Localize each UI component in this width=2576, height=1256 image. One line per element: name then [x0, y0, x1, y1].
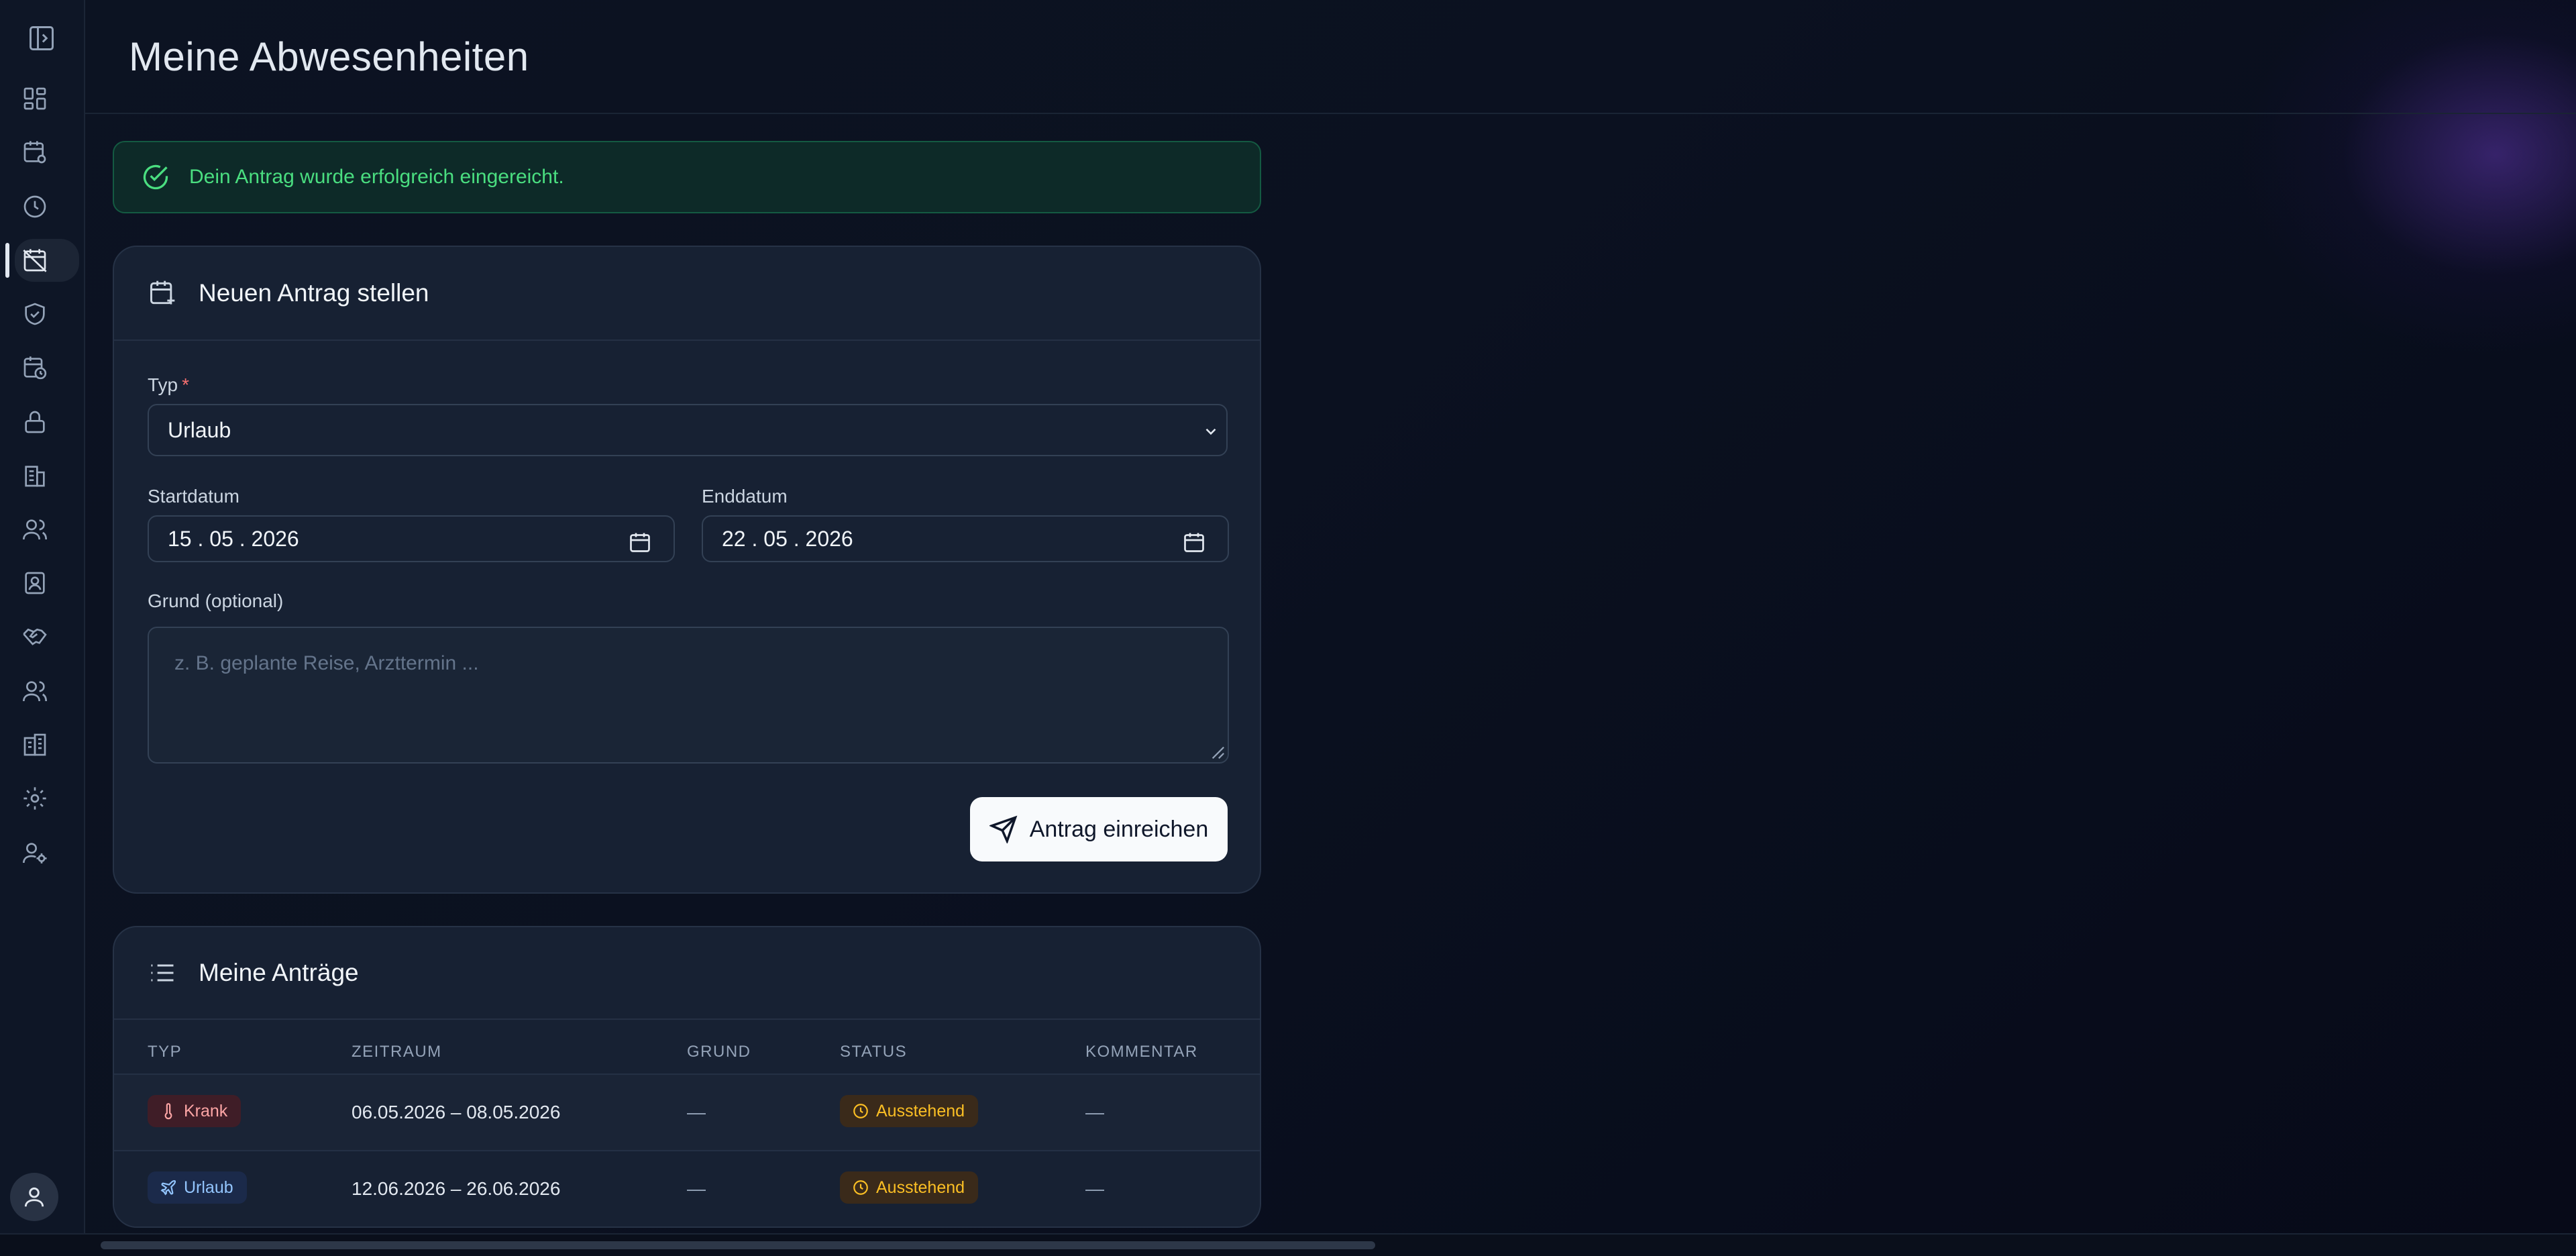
table-row[interactable]: Krank 06.05.2026 – 08.05.2026 — Ausstehe…: [114, 1074, 1260, 1150]
sidebar-item-employees[interactable]: [15, 508, 68, 551]
chevron-down-icon: [1205, 428, 1216, 435]
new-request-card: Neuen Antrag stellen Typ * Urlaub Startda…: [113, 246, 1261, 894]
reason-cell: —: [687, 1102, 706, 1122]
clock-icon: [853, 1180, 868, 1195]
period-cell: 06.05.2026 – 08.05.2026: [352, 1102, 561, 1122]
column-header-period[interactable]: ZEITRAUM: [352, 1043, 442, 1061]
page-title: Meine Abwesenheiten: [129, 34, 529, 79]
column-header-status[interactable]: STATUS: [840, 1043, 907, 1061]
scrollbar-thumb[interactable]: [101, 1241, 1375, 1249]
status-badge: Ausstehend: [840, 1095, 979, 1127]
reason-cell: —: [687, 1178, 706, 1199]
type-select-value: Urlaub: [168, 417, 231, 442]
card-header: Meine Anträge: [114, 927, 1260, 1020]
status-label: Ausstehend: [876, 1178, 965, 1197]
sidebar: [0, 0, 85, 1235]
shield-check-icon: [25, 303, 45, 325]
end-date-value: 22 . 05 . 2026: [722, 526, 853, 551]
gear-icon: [23, 787, 46, 810]
user-icon: [24, 1187, 44, 1207]
calendar-clock-icon: [23, 356, 47, 380]
sidebar-item-absences[interactable]: [5, 239, 79, 282]
sidebar-item-partners[interactable]: [15, 616, 68, 659]
sidebar-item-contacts[interactable]: [15, 562, 68, 605]
sidebar-item-calendar-settings[interactable]: [15, 131, 68, 174]
sidebar-toggle-icon[interactable]: [27, 23, 56, 53]
start-date-label: Startdatum: [148, 486, 239, 507]
my-requests-card: Meine Anträge TYP ZEITRAUM GRUND STATUS …: [113, 926, 1261, 1228]
user-avatar[interactable]: [10, 1173, 58, 1221]
dashboard-icon: [23, 87, 46, 110]
handshake-icon: [23, 628, 47, 645]
page-header: Meine Abwesenheiten: [85, 0, 2576, 114]
contact-card-icon: [25, 572, 45, 594]
resize-handle-icon[interactable]: [1210, 745, 1225, 760]
start-date-input[interactable]: 15 . 05 . 2026: [148, 515, 675, 562]
users-icon: [23, 519, 47, 540]
status-label: Ausstehend: [876, 1101, 965, 1120]
status-badge: Ausstehend: [840, 1171, 979, 1204]
type-badge-label: Urlaub: [184, 1178, 233, 1197]
sidebar-item-settings[interactable]: [15, 777, 68, 820]
required-mark: *: [182, 374, 190, 395]
reason-placeholder: z. B. geplante Reise, Arzttermin ...: [174, 652, 479, 674]
user-cog-icon: [23, 843, 47, 863]
type-label-text: Typ: [148, 374, 178, 395]
list-icon: [151, 964, 174, 982]
sidebar-item-time[interactable]: [15, 185, 68, 228]
end-date-input[interactable]: 22 . 05 . 2026: [702, 515, 1229, 562]
building-icon: [25, 466, 45, 487]
start-date-value: 15 . 05 . 2026: [168, 526, 299, 551]
thermometer-icon: [164, 1103, 172, 1120]
calendar-icon[interactable]: [628, 530, 652, 554]
submit-request-button[interactable]: Antrag einreichen: [970, 797, 1228, 861]
type-badge-label: Krank: [184, 1101, 228, 1120]
sidebar-item-dashboard[interactable]: [15, 77, 68, 120]
sidebar-item-locations[interactable]: [15, 723, 68, 766]
lock-icon: [25, 411, 45, 433]
comment-cell: —: [1085, 1178, 1104, 1199]
column-header-reason[interactable]: GRUND: [687, 1043, 751, 1061]
column-header-type[interactable]: TYP: [148, 1043, 182, 1061]
calendar-plus-icon: [150, 280, 175, 305]
sidebar-item-user-admin[interactable]: [15, 831, 68, 874]
period-cell: 12.06.2026 – 26.06.2026: [352, 1178, 561, 1199]
type-badge-vacation: Urlaub: [148, 1171, 247, 1204]
calendar-settings-icon: [23, 141, 46, 164]
end-date-label: Enddatum: [702, 486, 788, 507]
submit-request-label: Antrag einreichen: [1029, 816, 1209, 842]
card-header: Neuen Antrag stellen: [114, 247, 1260, 341]
send-icon: [989, 815, 1018, 843]
table-row[interactable]: Urlaub 12.06.2026 – 26.06.2026 — Aussteh…: [114, 1150, 1260, 1226]
reason-label: Grund (optional): [148, 590, 284, 611]
comment-cell: —: [1085, 1102, 1104, 1122]
check-circle-icon: [143, 164, 168, 190]
card-title: Meine Anträge: [199, 959, 359, 986]
alert-message: Dein Antrag wurde erfolgreich eingereich…: [189, 166, 564, 188]
calendar-off-icon: [23, 249, 47, 272]
type-select[interactable]: Urlaub: [148, 404, 1228, 456]
sidebar-item-company[interactable]: [15, 454, 68, 497]
card-title: Neuen Antrag stellen: [199, 279, 429, 307]
calendar-icon[interactable]: [1182, 530, 1206, 554]
plane-icon: [160, 1180, 176, 1196]
type-label: Typ *: [148, 374, 189, 396]
column-header-comment[interactable]: KOMMENTAR: [1085, 1043, 1198, 1061]
reason-textarea[interactable]: z. B. geplante Reise, Arzttermin ...: [148, 627, 1229, 764]
clock-icon: [23, 195, 46, 218]
sidebar-item-schedule[interactable]: [15, 346, 68, 389]
sidebar-item-lock[interactable]: [15, 401, 68, 443]
sidebar-item-security[interactable]: [15, 293, 68, 335]
sidebar-item-teams[interactable]: [15, 670, 68, 713]
clock-icon: [853, 1104, 868, 1118]
type-badge-sick: Krank: [148, 1095, 241, 1127]
success-alert: Dein Antrag wurde erfolgreich eingereich…: [113, 141, 1261, 213]
buildings-icon: [23, 733, 46, 756]
horizontal-scrollbar[interactable]: [0, 1233, 2576, 1256]
users-group-icon: [23, 681, 47, 702]
